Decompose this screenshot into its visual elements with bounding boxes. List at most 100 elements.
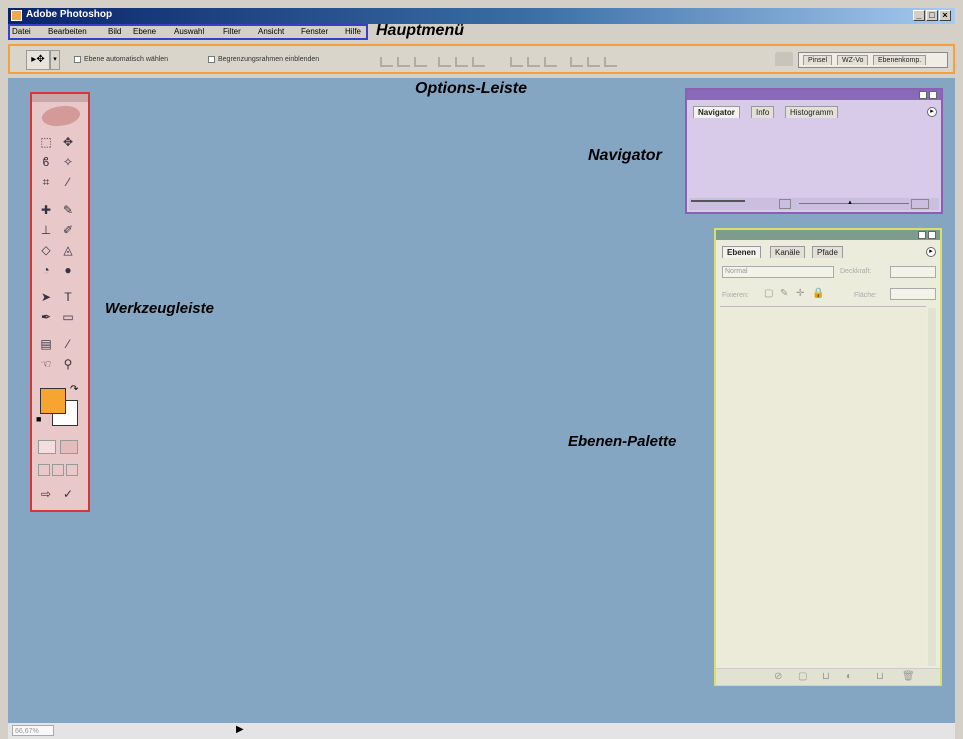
palette-well-tab-wzvo[interactable]: WZ-Vo [837,55,869,65]
layers-footer: ⊘ ▢ ⊔ ◐ ⊔ 🗑 [716,668,940,685]
fill-field[interactable] [890,288,936,300]
clone-stamp-icon[interactable]: ⊥ [38,222,54,238]
distribute-bottom-icon[interactable] [544,57,557,67]
align-bottom-icon[interactable] [414,57,427,67]
marquee-tool-icon[interactable]: ⬚ [38,134,54,150]
layers-minimize-icon[interactable] [918,231,926,239]
zoom-field[interactable]: 66,67% [12,725,54,736]
align-middle-icon[interactable] [397,57,410,67]
lock-position-icon[interactable]: ✛ [796,288,804,299]
hand-tool-icon[interactable]: ☜ [38,356,54,372]
default-colors-icon[interactable]: ■ [36,414,41,424]
zoom-tool-icon[interactable]: ⚲ [60,356,76,372]
path-selection-icon[interactable]: ➤ [38,289,54,305]
palette-well-tab-ebenenkomp[interactable]: Ebenenkomp. [873,55,927,65]
align-top-icon[interactable] [380,57,393,67]
auto-select-checkbox[interactable] [74,56,81,63]
adobe-online-icon[interactable] [40,101,82,131]
standard-mode-icon[interactable] [38,440,56,454]
palette-well-icon[interactable] [775,52,793,66]
layers-list[interactable] [720,306,926,669]
status-menu-arrow-icon[interactable]: ▶ [236,724,244,735]
preset-dropdown-icon[interactable]: ▾ [50,50,60,70]
zoom-in-icon[interactable] [911,199,929,209]
navigator-close-icon[interactable] [929,91,937,99]
tab-info[interactable]: Info [751,106,775,118]
notes-tool-icon[interactable]: ▤ [38,336,54,352]
distribute-vertical-buttons[interactable] [510,54,561,67]
dodge-tool-icon[interactable]: ● [60,262,76,278]
layer-style-icon[interactable]: ⊘ [774,671,782,682]
navigator-minimize-icon[interactable] [919,91,927,99]
screen-mode-full-icon[interactable] [66,464,78,476]
distribute-horizontal-buttons[interactable] [570,54,621,67]
eraser-tool-icon[interactable]: ◇ [38,242,54,258]
tab-ebenen[interactable]: Ebenen [722,246,761,258]
toolbox-title-bar[interactable] [32,94,88,102]
jump-to-imageready-icon[interactable]: ⇨ [38,486,54,502]
brush-tool-icon[interactable]: ✎ [60,202,76,218]
slice-tool-icon[interactable]: ∕ [60,174,76,190]
foreground-color-swatch[interactable] [40,388,66,414]
crop-tool-icon[interactable]: ⌗ [38,174,54,190]
align-horizontal-buttons[interactable] [438,54,489,67]
palette-well-tab-pinsel[interactable]: Pinsel [803,55,833,65]
pen-tool-icon[interactable]: ✒ [38,309,54,325]
tab-histogramm[interactable]: Histogramm [785,106,839,118]
screen-mode-standard-icon[interactable] [38,464,50,476]
distribute-left-icon[interactable] [570,57,583,67]
blur-tool-icon[interactable]: ◔ [38,262,54,278]
toolbox: ⬚ ✥ ϐ ✧ ⌗ ∕ ✚ ✎ ⊥ ✐ ◇ ◬ ◔ ● ➤ T ✒ ▭ ▤ ⁄ … [30,92,90,512]
align-right-icon[interactable] [472,57,485,67]
distribute-middle-icon[interactable] [527,57,540,67]
navigator-title-bar[interactable] [687,90,941,100]
layer-set-icon[interactable]: ⊔ [822,671,830,682]
type-tool-icon[interactable]: T [60,289,76,305]
zoom-out-icon[interactable] [779,199,791,209]
layers-scrollbar[interactable] [928,308,936,666]
zoom-slider[interactable] [799,203,909,204]
adjustment-layer-icon[interactable]: ◐ [846,671,852,682]
align-buttons[interactable] [380,54,431,67]
bounding-box-checkbox[interactable] [208,56,215,63]
navigator-menu-icon[interactable]: ▸ [927,107,937,117]
navigator-palette: Navigator Info Histogramm ▸ ▲ [685,88,943,214]
delete-layer-icon[interactable]: 🗑 [902,671,915,682]
opacity-field[interactable] [890,266,936,278]
minimize-icon[interactable]: _ [913,10,925,21]
zoom-slider-thumb-icon[interactable]: ▲ [847,200,853,206]
move-tool-preset-icon[interactable]: ▸✥ [26,50,50,70]
eyedropper-icon[interactable]: ⁄ [60,336,76,352]
blend-mode-select[interactable]: Normal [722,266,834,278]
distribute-top-icon[interactable] [510,57,523,67]
align-center-icon[interactable] [455,57,468,67]
layer-mask-icon[interactable]: ▢ [798,671,807,682]
layers-title-bar[interactable] [716,230,940,240]
tab-kanaele[interactable]: Kanäle [770,246,805,258]
checkmark-icon[interactable]: ✓ [60,486,76,502]
lock-transparency-icon[interactable]: ▢ [764,288,773,299]
magic-wand-icon[interactable]: ✧ [60,154,76,170]
layers-close-icon[interactable] [928,231,936,239]
swap-colors-icon[interactable]: ↷ [70,384,78,395]
distribute-center-icon[interactable] [587,57,600,67]
distribute-right-icon[interactable] [604,57,617,67]
move-tool-icon[interactable]: ✥ [60,134,76,150]
align-left-icon[interactable] [438,57,451,67]
healing-brush-icon[interactable]: ✚ [38,202,54,218]
tab-pfade[interactable]: Pfade [812,246,843,258]
screen-mode-menubar-icon[interactable] [52,464,64,476]
shape-tool-icon[interactable]: ▭ [60,309,76,325]
lock-all-icon[interactable]: 🔒 [812,288,824,299]
lock-pixels-icon[interactable]: ✎ [780,288,788,299]
tab-navigator[interactable]: Navigator [693,106,740,118]
paint-bucket-icon[interactable]: ◬ [60,242,76,258]
close-icon[interactable]: × [939,10,951,21]
lasso-tool-icon[interactable]: ϐ [38,154,54,170]
quick-mask-icon[interactable] [60,440,78,454]
history-brush-icon[interactable]: ✐ [60,222,76,238]
title-bar[interactable]: Adobe Photoshop _ □ × [8,8,955,24]
layers-menu-icon[interactable]: ▸ [926,247,936,257]
maximize-icon[interactable]: □ [926,10,938,21]
new-layer-icon[interactable]: ⊔ [876,671,884,682]
